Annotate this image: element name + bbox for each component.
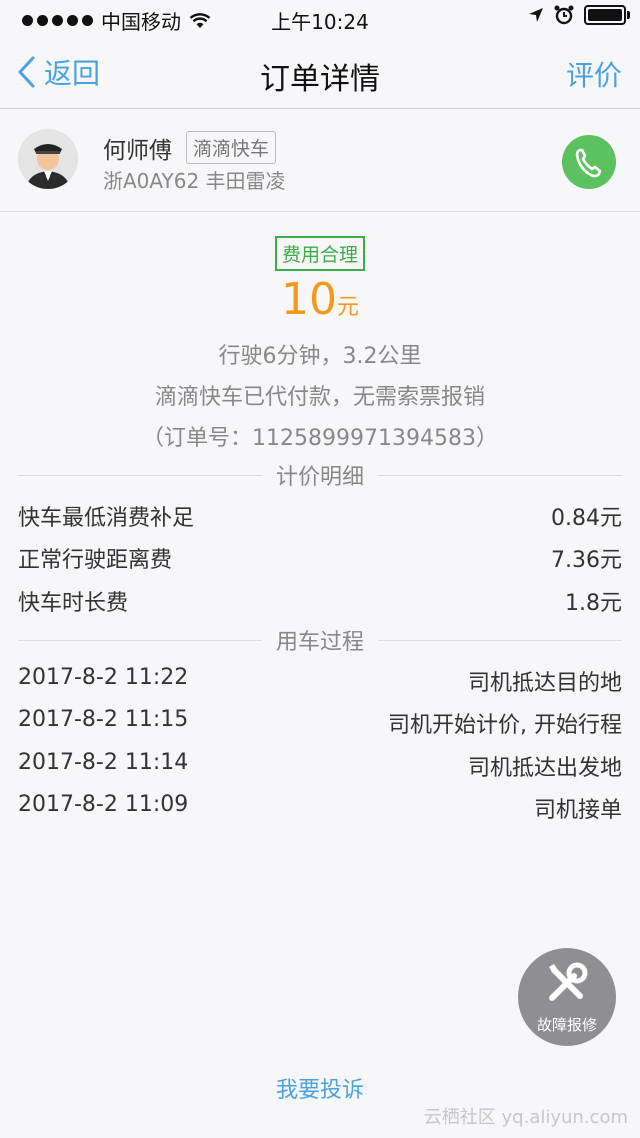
rate-button[interactable]: 评价 xyxy=(566,54,622,94)
status-right xyxy=(528,5,630,25)
fare-badge-wrap: 费用合理 xyxy=(0,236,640,271)
process-event: 司机接单 xyxy=(533,798,622,823)
process-row: 2017-8-2 11:09 司机接单 xyxy=(18,792,622,824)
phone-icon xyxy=(575,148,602,178)
call-driver-button[interactable] xyxy=(562,135,616,189)
fare-price: 10 xyxy=(280,274,337,325)
divider xyxy=(18,639,262,641)
divider xyxy=(378,474,623,476)
tools-icon xyxy=(549,962,588,1001)
status-bar: 中国移动 上午10:24 xyxy=(0,0,640,36)
price-item-value: 7.36元 xyxy=(551,548,622,573)
process-section-title: 用车过程 xyxy=(276,630,365,655)
driver-card: 何师傅 滴滴快车 浙A0AY62 丰田雷凌 xyxy=(0,109,640,212)
fare-reasonable-badge: 费用合理 xyxy=(274,236,365,271)
process-event: 司机抵达出发地 xyxy=(467,756,622,781)
battery-icon xyxy=(584,5,630,25)
process-section-header: 用车过程 xyxy=(18,624,623,656)
process-time: 2017-8-2 11:15 xyxy=(18,707,189,732)
price-row: 正常行驶距离费 7.36元 xyxy=(18,542,622,574)
complaint-link[interactable]: 我要投诉 xyxy=(0,1072,640,1104)
page-title: 订单详情 xyxy=(260,62,380,97)
price-item-label: 正常行驶距离费 xyxy=(18,548,173,573)
price-item-label: 快车最低消费补足 xyxy=(18,506,195,531)
process-row: 2017-8-2 11:15 司机开始计价, 开始行程 xyxy=(18,707,622,739)
process-row: 2017-8-2 11:14 司机抵达出发地 xyxy=(18,750,622,782)
fault-report-button[interactable]: 故障报修 xyxy=(518,948,616,1046)
service-tag: 滴滴快车 xyxy=(186,131,277,164)
plate-and-car: 浙A0AY62 丰田雷凌 xyxy=(103,169,286,193)
fault-report-label: 故障报修 xyxy=(536,1016,597,1034)
order-number: （订单号：1125899971394583） xyxy=(142,426,498,451)
pricing-section-header: 计价明细 xyxy=(18,459,623,491)
alarm-icon xyxy=(554,5,574,25)
watermark: 云栖社区 yq.aliyun.com xyxy=(423,1107,628,1128)
price-row: 快车最低消费补足 0.84元 xyxy=(18,500,622,532)
navigation-bar: 返回 订单详情 评价 xyxy=(0,36,640,109)
trip-info: 行驶6分钟，3.2公里 xyxy=(218,344,422,369)
price-row: 快车时长费 1.8元 xyxy=(18,585,622,617)
process-time: 2017-8-2 11:14 xyxy=(18,750,189,775)
process-event: 司机抵达目的地 xyxy=(467,671,622,696)
location-arrow-icon xyxy=(529,8,543,22)
driver-name: 何师傅 xyxy=(103,138,172,164)
driver-avatar xyxy=(18,129,78,189)
price-item-value: 0.84元 xyxy=(551,506,622,531)
process-row: 2017-8-2 11:22 司机抵达目的地 xyxy=(18,665,622,697)
price-item-value: 1.8元 xyxy=(565,591,622,616)
payment-note: 滴滴快车已代付款，无需索票报销 xyxy=(154,385,485,410)
divider xyxy=(18,474,262,476)
fare-amount: 10元 xyxy=(0,274,640,325)
price-item-label: 快车时长费 xyxy=(18,591,129,616)
process-event: 司机开始计价, 开始行程 xyxy=(388,713,622,738)
pricing-section-title: 计价明细 xyxy=(276,465,365,490)
process-time: 2017-8-2 11:22 xyxy=(18,665,189,690)
process-time: 2017-8-2 11:09 xyxy=(18,792,189,817)
divider xyxy=(378,639,623,641)
fare-unit: 元 xyxy=(336,295,359,320)
